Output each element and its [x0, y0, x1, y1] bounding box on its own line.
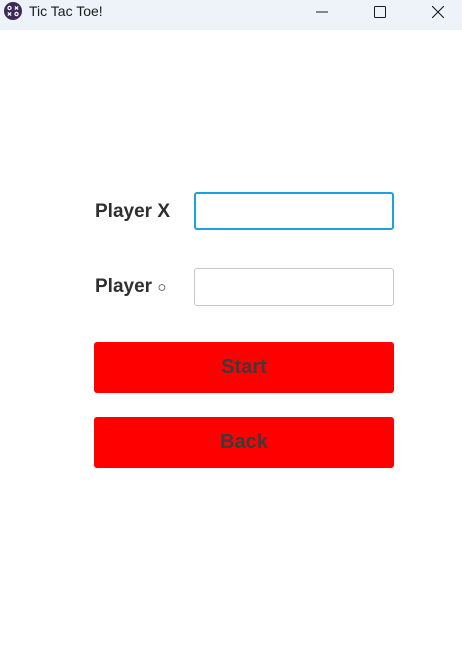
- o-mark-icon: ○: [157, 279, 167, 296]
- maximize-icon: [374, 6, 386, 18]
- player-x-name-input[interactable]: [194, 192, 394, 230]
- title-bar[interactable]: Tic Tac Toe!: [0, 0, 462, 30]
- player-x-label: Player X: [95, 201, 170, 222]
- start-button[interactable]: Start: [94, 342, 394, 393]
- window-title: Tic Tac Toe!: [29, 3, 103, 19]
- player-o-name-input[interactable]: [194, 268, 394, 306]
- maximize-button[interactable]: [351, 0, 409, 24]
- close-icon: [432, 6, 444, 18]
- back-button[interactable]: Back: [94, 417, 394, 468]
- player-o-label: Player ○: [95, 276, 166, 299]
- player-o-label-text: Player: [95, 276, 158, 297]
- close-button[interactable]: [409, 0, 462, 24]
- tic-tac-toe-grid-icon: [4, 2, 22, 20]
- minimize-button[interactable]: [293, 0, 351, 24]
- minimize-icon: [316, 11, 328, 13]
